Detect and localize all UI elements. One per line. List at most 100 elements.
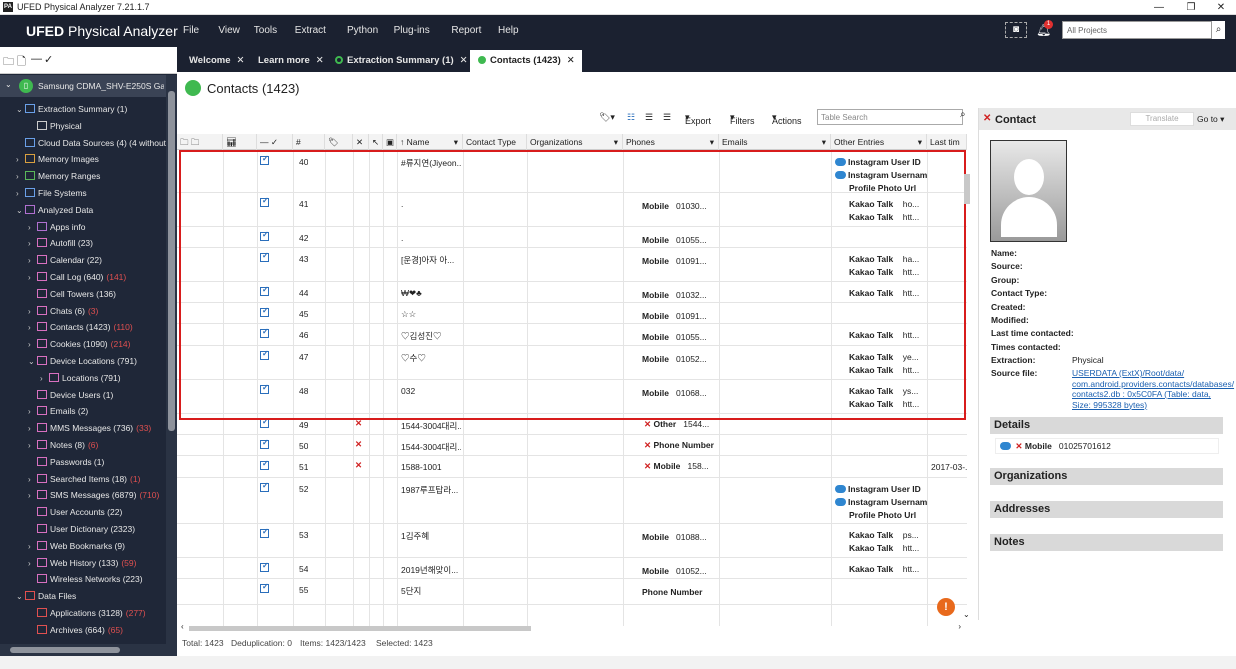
tree-item[interactable]: › Autofill (23) [28, 235, 93, 251]
table-horizontal-scrollbar[interactable]: ‹ › [181, 622, 961, 633]
translate-button[interactable]: Translate [1130, 112, 1194, 126]
table-row[interactable]: 44 ₩❤♣ Mobile 01032... Kakao Talk htt... [177, 282, 967, 303]
actions-menu[interactable]: Actions ▾ [772, 112, 802, 126]
row-checkbox[interactable] [260, 438, 269, 449]
header-image-icon[interactable]: ▣ [383, 134, 397, 150]
row-checkbox[interactable] [260, 481, 269, 492]
notification-bell-icon[interactable]: 🔔︎ 1 [1036, 20, 1053, 37]
row-checkbox[interactable] [260, 306, 269, 317]
chevron-icon[interactable]: ⌄ [16, 589, 25, 605]
close-tab-icon[interactable]: ✕ [316, 55, 324, 66]
table-row[interactable]: 40 #류지연(Jiyeon... Instagram User ID Instagr… [177, 151, 967, 193]
header-emails[interactable]: Emails ▾ [719, 134, 831, 150]
tree-item[interactable]: › Web Bookmarks (9) [28, 538, 125, 554]
table-row[interactable]: 47♡수♡Mobile 01052...Kakao Talk ye...Kaka… [177, 346, 967, 380]
tab-extraction-summary[interactable]: Extraction Summary (1) ✕ [327, 50, 469, 72]
tree-item[interactable]: User Dictionary (2323) [28, 521, 135, 537]
row-checkbox[interactable] [260, 417, 269, 428]
chevron-icon[interactable]: › [16, 186, 25, 202]
chevron-icon[interactable]: › [28, 253, 37, 269]
tree-item[interactable]: › Calendar (22) [28, 252, 102, 268]
section-addresses[interactable]: Addresses [990, 501, 1223, 518]
menu-plug-ins[interactable]: Plug-ins [394, 25, 430, 36]
minimize-button[interactable]: — [1148, 0, 1170, 15]
header-organizations[interactable]: Organizations ▾ [527, 134, 623, 150]
project-search-icon[interactable]: ⌕ [1212, 21, 1225, 39]
menu-help[interactable]: Help [498, 25, 519, 36]
tab-welcome[interactable]: Welcome ✕ [181, 50, 249, 72]
tree-item[interactable]: ⌄ Analyzed Data [16, 202, 93, 218]
source-file-link[interactable]: USERDATA (ExtX)/Root/data/ com.android.p… [1072, 368, 1234, 410]
tree-item[interactable]: Physical [28, 118, 82, 134]
tab-learn-more[interactable]: Learn more ✕ [250, 50, 326, 72]
tree-item[interactable]: › Notes (8) (6) [28, 437, 98, 453]
header-num[interactable]: # [293, 134, 325, 150]
row-checkbox[interactable] [260, 527, 269, 538]
list-view-icon[interactable]: ☰ [645, 112, 653, 123]
tree-item[interactable]: User Accounts (22) [28, 504, 122, 520]
tree-item[interactable]: › Memory Images [16, 151, 99, 167]
chevron-icon[interactable]: › [28, 438, 37, 454]
header-tag-icon[interactable]: 🏷︎ [325, 134, 353, 150]
row-checkbox[interactable] [260, 285, 269, 296]
tag-icon[interactable]: 🏷︎▾ [599, 112, 615, 123]
tab-contacts[interactable]: Contacts (1423) ✕ [470, 50, 582, 72]
tree-item[interactable]: Applications (3128) (277) [28, 605, 146, 621]
tree-item[interactable]: › Chats (6) (3) [28, 303, 98, 319]
row-checkbox[interactable] [260, 383, 269, 394]
chevron-icon[interactable]: › [28, 421, 37, 437]
tree-item[interactable]: › Locations (791) [40, 370, 121, 386]
tree-item[interactable]: › Emails (2) [28, 403, 88, 419]
chevron-icon[interactable]: › [28, 472, 37, 488]
table-row[interactable]: 49 ✕ 1544-3004대리... ✕ Other 1544... [177, 414, 967, 435]
tree-item[interactable]: ⌄ Device Locations (791) [28, 353, 137, 369]
row-checkbox[interactable] [260, 196, 269, 207]
chevron-icon[interactable]: › [28, 488, 37, 504]
chevron-icon[interactable]: ⌄ [28, 354, 37, 370]
camera-icon[interactable]: ◙ [1005, 22, 1027, 38]
table-row[interactable]: 43 [운경]아자 아... Mobile 01091... Kakao Talk h… [177, 248, 967, 282]
section-notes[interactable]: Notes [990, 534, 1223, 551]
tree-item[interactable]: Device Users (1) [28, 387, 113, 403]
table-vertical-scrollbar[interactable]: ⌄ [962, 160, 972, 620]
tree-item[interactable]: Wireless Networks (223) [28, 571, 143, 587]
table-row[interactable]: 42. Mobile 01055... [177, 227, 967, 248]
tree-item[interactable]: ⌄ Data Files [16, 588, 76, 604]
header-last-time[interactable]: Last tim [927, 134, 967, 150]
chevron-icon[interactable]: › [28, 304, 37, 320]
chevron-icon[interactable]: › [16, 152, 25, 168]
menu-extract[interactable]: Extract [295, 25, 326, 36]
table-row[interactable]: 45 ☆☆ Mobile 01091... [177, 303, 967, 324]
chevron-icon[interactable]: › [16, 169, 25, 185]
tree-item[interactable]: › Web History (133) (59) [28, 555, 136, 571]
tree-vertical-scrollbar[interactable] [166, 75, 177, 656]
close-tab-icon[interactable]: ✕ [460, 55, 468, 66]
menu-tools[interactable]: Tools [254, 25, 277, 36]
table-row[interactable]: 48032Mobile 01068...Kakao Talk ys...Kaka… [177, 380, 967, 414]
table-row[interactable]: 46 ♡김성진♡ Mobile 01055... Kakao Talk htt... [177, 324, 967, 346]
menu-file[interactable]: File [183, 25, 199, 36]
tree-item[interactable]: Passwords (1) [28, 454, 104, 470]
header-other-entries[interactable]: Other Entries ▾ [831, 134, 927, 150]
tree-item[interactable]: › Call Log (640) (141) [28, 269, 126, 285]
table-row[interactable]: 50 ✕ 1544-3004대리... ✕ Phone Number [177, 435, 967, 456]
device-node[interactable]: ⌄ ▯ Samsung CDMA_SHV-E250S Galaxy [0, 75, 166, 97]
header-pin-icon[interactable]: ↖ [369, 134, 383, 150]
table-search-input[interactable]: Table Search [817, 109, 963, 125]
table-row[interactable]: 55 5단지 Phone Number [177, 579, 967, 605]
tree-item[interactable]: › Apps info [28, 219, 85, 235]
tree-item[interactable]: › SMS Messages (6879) (710) [28, 487, 159, 503]
menu-report[interactable]: Report [451, 25, 481, 36]
header-phones[interactable]: Phones ▾ [623, 134, 719, 150]
collapse-icon[interactable]: — [31, 53, 42, 65]
row-checkbox[interactable] [260, 561, 269, 572]
tree-item[interactable]: ⌄ Extraction Summary (1) [16, 101, 127, 117]
header-check[interactable]: — ✓ [257, 134, 293, 150]
row-checkbox[interactable] [260, 582, 269, 593]
chevron-icon[interactable]: › [28, 320, 37, 336]
chevron-icon[interactable]: › [28, 539, 37, 555]
check-icon[interactable]: ✓ [44, 53, 53, 66]
row-checkbox[interactable] [260, 327, 269, 338]
close-tab-icon[interactable]: ✕ [237, 55, 245, 66]
close-tab-icon[interactable]: ✕ [567, 55, 575, 66]
